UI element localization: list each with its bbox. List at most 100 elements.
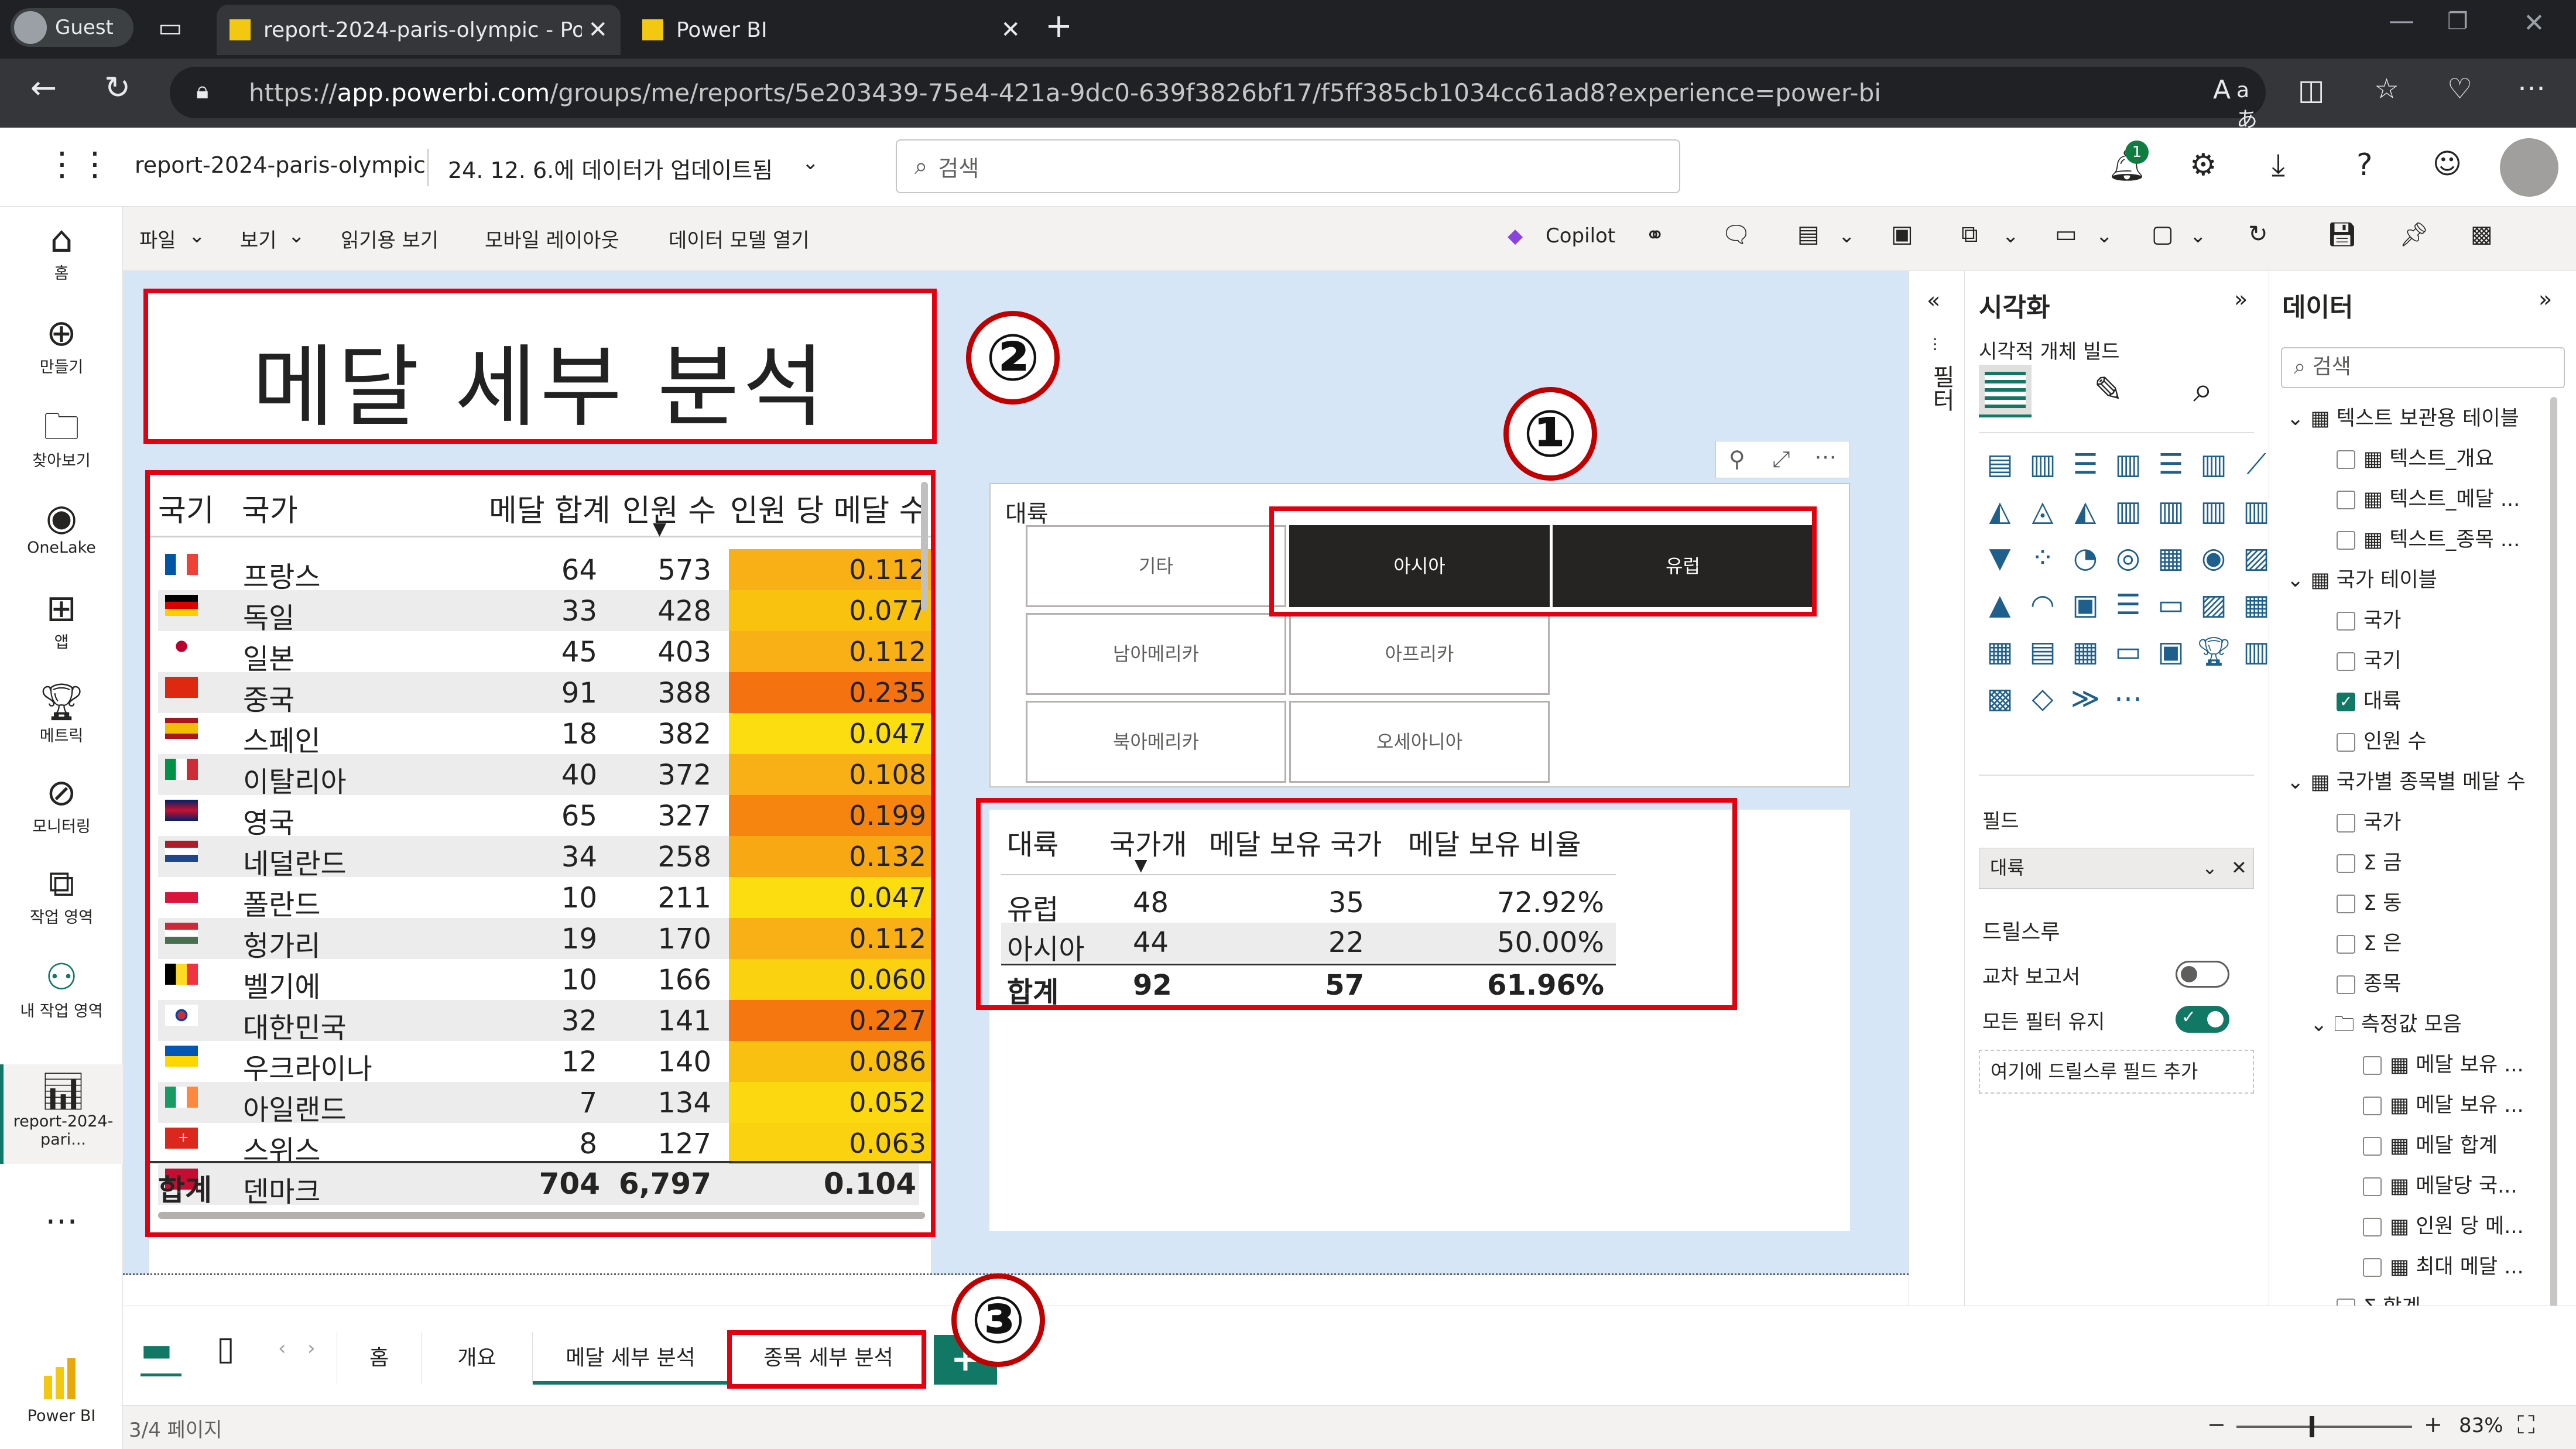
nav-item-monitor[interactable]: ⊘ 모니터링 (0, 772, 123, 837)
page-view-icon[interactable]: ▣ (1891, 221, 1913, 248)
slicer-item[interactable]: 아프리카 (1289, 613, 1550, 695)
present-icon[interactable]: ▭ (2055, 221, 2077, 248)
chevron-down-icon[interactable]: ⌄ (802, 151, 819, 174)
report-name[interactable]: report-2024-paris-olympic (135, 152, 426, 178)
data-tree-item[interactable]: Σ 은 (2337, 927, 2402, 957)
stacked-column-visual-icon[interactable]: ▥ (2025, 447, 2060, 482)
teams-icon[interactable]: ▩ (2471, 221, 2493, 248)
prev-page-icon[interactable]: ‹ (278, 1337, 286, 1360)
chevron-down-icon[interactable]: ⌄ (2202, 848, 2218, 887)
powerbi-logo[interactable] (44, 1358, 79, 1399)
data-tree-item[interactable]: ▦ 인원 당 메... (2363, 1210, 2524, 1239)
data-tree-item[interactable]: 국기 (2337, 644, 2401, 674)
updated-text[interactable]: 24. 12. 6.에 데이터가 업데이트됨 (448, 152, 773, 184)
slicer-item[interactable]: 남아메리카 (1026, 613, 1286, 695)
power-automate-visual-icon[interactable]: ≫ (2068, 681, 2103, 716)
browser-tab-powerbi[interactable]: Power BI ✕ (629, 5, 1033, 55)
split-screen-icon[interactable]: ◫ (2298, 74, 2324, 107)
field-checkbox[interactable] (2363, 1218, 2382, 1236)
close-icon[interactable]: ✕ (1001, 16, 1020, 43)
zoom-thumb[interactable] (2310, 1416, 2314, 1437)
collapse-icon[interactable]: » (2539, 286, 2552, 312)
qa-visual-icon[interactable]: 🏆︎ (2196, 634, 2232, 669)
field-checkbox[interactable] (2337, 854, 2355, 873)
slicer-item[interactable]: 오세아니아 (1289, 701, 1550, 783)
nav-item-apps[interactable]: ⊞ 앱 (0, 587, 123, 652)
remove-field-icon[interactable]: ✕ (2231, 848, 2247, 887)
chevron-down-icon[interactable]: ⌄ (189, 224, 205, 248)
100-column-visual-icon[interactable]: ▥ (2196, 447, 2231, 482)
collapse-icon[interactable]: » (2234, 286, 2248, 312)
matrix-visual-icon[interactable]: ▦ (1982, 634, 2017, 669)
chevron-down-icon[interactable]: ⌄ (2096, 224, 2113, 248)
line-stacked-visual-icon[interactable]: ▥ (2111, 494, 2146, 529)
python-visual-icon[interactable]: ▦ (2068, 634, 2103, 669)
read-aloud-icon[interactable]: aあ (2236, 78, 2266, 133)
chevron-down-icon[interactable]: ⌄ (1838, 224, 1855, 248)
card-visual-icon[interactable]: ▣ (2068, 587, 2103, 622)
expand-icon[interactable]: « (1927, 287, 1940, 313)
chevron-down-icon[interactable]: ⌄ (2287, 770, 2310, 794)
zoom-level[interactable]: 83% (2459, 1414, 2503, 1437)
nav-item-browse[interactable]: 🗀︎ 찾아보기 (0, 406, 123, 471)
data-tree-item[interactable]: Σ 금 (2337, 846, 2402, 876)
back-icon[interactable]: ← (30, 69, 57, 106)
more-icon[interactable]: ⋯ (0, 1202, 123, 1240)
nav-item-metrics[interactable]: 🏆︎ 메트릭 (0, 681, 123, 746)
power-apps-visual-icon[interactable]: ◇ (2025, 681, 2060, 716)
page-tab-medal-analysis[interactable]: 메달 세부 분석 (533, 1332, 729, 1385)
field-checkbox[interactable] (2337, 733, 2355, 752)
nav-item-report[interactable]: 📊︎ report-2024-pari... (0, 1064, 123, 1164)
keep-filters-toggle[interactable]: ✓ (2176, 1006, 2229, 1033)
line-column-visual-icon[interactable]: ◭ (2068, 494, 2103, 529)
comment-icon[interactable]: 🗨︎ (1721, 221, 1751, 248)
new-tab-icon[interactable]: + (1045, 7, 1073, 45)
format-visual-icon[interactable]: ✎ (2094, 369, 2123, 410)
filter-strip-label[interactable]: 필터 (1924, 365, 1958, 412)
settings-icon[interactable]: ⚙ (2190, 148, 2217, 183)
profile-button[interactable]: Guest (11, 8, 133, 47)
more-options-icon[interactable]: ⋯ (1814, 444, 1837, 470)
data-tree-item[interactable]: ▦ 최대 메달 ... (2363, 1250, 2524, 1280)
field-checkbox[interactable] (2337, 612, 2355, 631)
field-checkbox[interactable] (2337, 491, 2355, 509)
drillthrough-drop-zone[interactable]: 여기에 드릴스루 필드 추가 (1979, 1050, 2254, 1094)
build-visual-tab[interactable] (1979, 365, 2032, 417)
data-tree-item[interactable]: 인원 수 (2337, 725, 2427, 755)
close-icon[interactable]: ✕ (588, 16, 608, 43)
minimize-icon[interactable]: — (2389, 6, 2414, 36)
nav-item-my-workspace[interactable]: ⚇ 내 작업 영역 (0, 956, 123, 1021)
bookmark-icon[interactable]: ▤ (1797, 221, 1820, 248)
field-checkbox[interactable] (2337, 935, 2355, 954)
next-page-icon[interactable]: › (307, 1337, 316, 1360)
decomposition-visual-icon[interactable]: ▣ (2153, 634, 2188, 669)
paginated-visual-icon[interactable]: ▩ (1982, 681, 2017, 716)
nav-item-home[interactable]: ⌂ 홈 (0, 218, 123, 283)
data-tree-item[interactable]: 국가 (2337, 604, 2401, 633)
slicer-item[interactable]: 북아메리카 (1026, 701, 1286, 783)
chevron-down-icon[interactable]: ⌄ (2287, 407, 2310, 430)
field-checkbox[interactable] (2363, 1097, 2382, 1115)
browser-tab-report[interactable]: report-2024-paris-olympic - Pow ✕ (217, 5, 621, 55)
menu-view[interactable]: 보기 (240, 224, 277, 253)
layout-icon[interactable]: ▢ (2152, 221, 2174, 248)
field-checkbox[interactable] (2337, 895, 2355, 913)
menu-file[interactable]: 파일 (139, 224, 176, 253)
page-tab-overview[interactable]: 개요 (422, 1332, 533, 1385)
field-checkbox[interactable] (2363, 1056, 2382, 1075)
nav-item-workspaces[interactable]: ⧉ 작업 영역 (0, 862, 123, 927)
restore-icon[interactable]: ❐ (2447, 8, 2468, 35)
clustered-column-visual-icon[interactable]: ▥ (2111, 447, 2146, 482)
data-tree-item[interactable]: ▦ 메달당 국... (2363, 1169, 2517, 1199)
zoom-slider[interactable] (2236, 1416, 2412, 1437)
feedback-icon[interactable]: ☺ (2433, 148, 2462, 180)
field-checkbox[interactable] (2337, 814, 2355, 833)
map-visual-icon[interactable]: ◉ (2196, 540, 2231, 576)
gauge-visual-icon[interactable]: ◠ (2025, 587, 2060, 622)
help-icon[interactable]: ? (2356, 148, 2373, 183)
clustered-bar-visual-icon[interactable]: ☰ (2068, 447, 2103, 482)
chevron-down-icon[interactable]: ⌄ (288, 224, 305, 248)
field-checkbox[interactable]: ✓ (2337, 693, 2355, 711)
data-tree-item[interactable]: ▦ 텍스트_메달 ... (2337, 482, 2520, 512)
stacked-bar-visual-icon[interactable]: ▤ (1982, 447, 2017, 482)
